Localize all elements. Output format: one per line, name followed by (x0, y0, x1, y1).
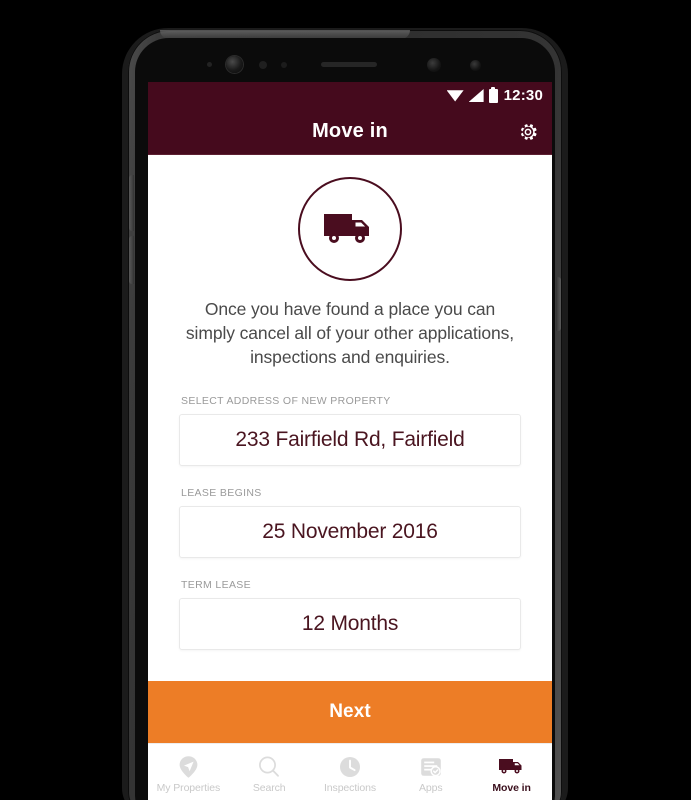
address-input-value: 233 Fairfield Rd, Fairfield (235, 428, 465, 451)
main-content: Once you have found a place you can simp… (148, 155, 552, 681)
location-pin-icon (179, 755, 198, 778)
tab-icon-my-properties (177, 754, 200, 779)
battery-icon (488, 86, 498, 103)
tab-move-in[interactable]: Move in (471, 744, 552, 800)
tab-label-apps: Apps (419, 782, 443, 794)
tab-label-inspections: Inspections (323, 782, 376, 794)
document-check-icon (420, 757, 441, 776)
tab-my-properties[interactable]: My Properties (148, 744, 229, 800)
status-bar-icons (446, 86, 498, 103)
intro-text: Once you have found a place you can simp… (185, 299, 515, 367)
tab-apps[interactable]: Apps (390, 744, 471, 800)
status-bar: 12:30 (148, 82, 552, 109)
proximity-sensor-icon (259, 61, 267, 69)
lease-begins-input[interactable]: 25 November 2016 (179, 506, 521, 558)
field-label-lease-begins: LEASE BEGINS (181, 487, 262, 499)
sensor-icon (207, 62, 212, 67)
next-button-label: Next (329, 701, 371, 722)
phone-screen: 12:30 Move in Once you have found a plac… (148, 82, 552, 800)
tab-search[interactable]: Search (229, 744, 310, 800)
tab-label-search: Search (252, 782, 286, 794)
field-group-lease-begins: LEASE BEGINS 25 November 2016 (179, 487, 521, 558)
moving-truck-icon (324, 214, 369, 243)
tab-label-my-properties: My Properties (156, 782, 221, 794)
term-lease-value: 12 Months (301, 612, 399, 635)
tab-inspections[interactable]: Inspections (310, 744, 391, 800)
settings-button[interactable] (512, 116, 544, 148)
address-input[interactable]: 233 Fairfield Rd, Fairfield (179, 414, 521, 466)
tab-icon-move-in (498, 754, 526, 779)
volume-down-button[interactable] (129, 236, 134, 284)
bottom-navigation: My Properties Search Inspections Apps Mo… (148, 743, 552, 800)
volume-up-button[interactable] (129, 175, 134, 231)
light-sensor-icon (281, 62, 287, 68)
field-label-term-lease: TERM LEASE (181, 579, 252, 591)
hero-illustration (179, 177, 521, 281)
hero-circle (298, 177, 402, 281)
earpiece-speaker (321, 62, 377, 67)
gear-icon (521, 123, 537, 140)
tab-icon-search (257, 754, 281, 779)
tab-icon-inspections (338, 754, 362, 779)
front-camera-icon (226, 56, 243, 73)
status-bar-clock: 12:30 (503, 87, 543, 104)
power-button[interactable] (556, 277, 561, 331)
sensor-right-icon (427, 58, 441, 72)
lease-begins-value: 25 November 2016 (262, 520, 438, 543)
sensor-far-right-icon (470, 60, 481, 71)
search-icon (259, 756, 280, 777)
field-group-term-lease: TERM LEASE 12 Months (179, 579, 521, 650)
app-bar: Move in (148, 109, 552, 155)
tab-label-move-in: Move in (492, 782, 531, 794)
screenshot-stage: 12:30 Move in Once you have found a plac… (0, 0, 691, 800)
field-group-address: SELECT ADDRESS OF NEW PROPERTY 233 Fairf… (179, 395, 521, 466)
signal-icon (468, 89, 484, 102)
clock-icon (339, 756, 360, 777)
page-title: Move in (312, 120, 388, 142)
term-lease-input[interactable]: 12 Months (179, 598, 521, 650)
tab-icon-apps (419, 754, 443, 779)
truck-icon (498, 759, 522, 774)
wifi-icon (446, 90, 464, 102)
next-button[interactable]: Next (148, 681, 552, 743)
field-label-address: SELECT ADDRESS OF NEW PROPERTY (181, 395, 391, 407)
